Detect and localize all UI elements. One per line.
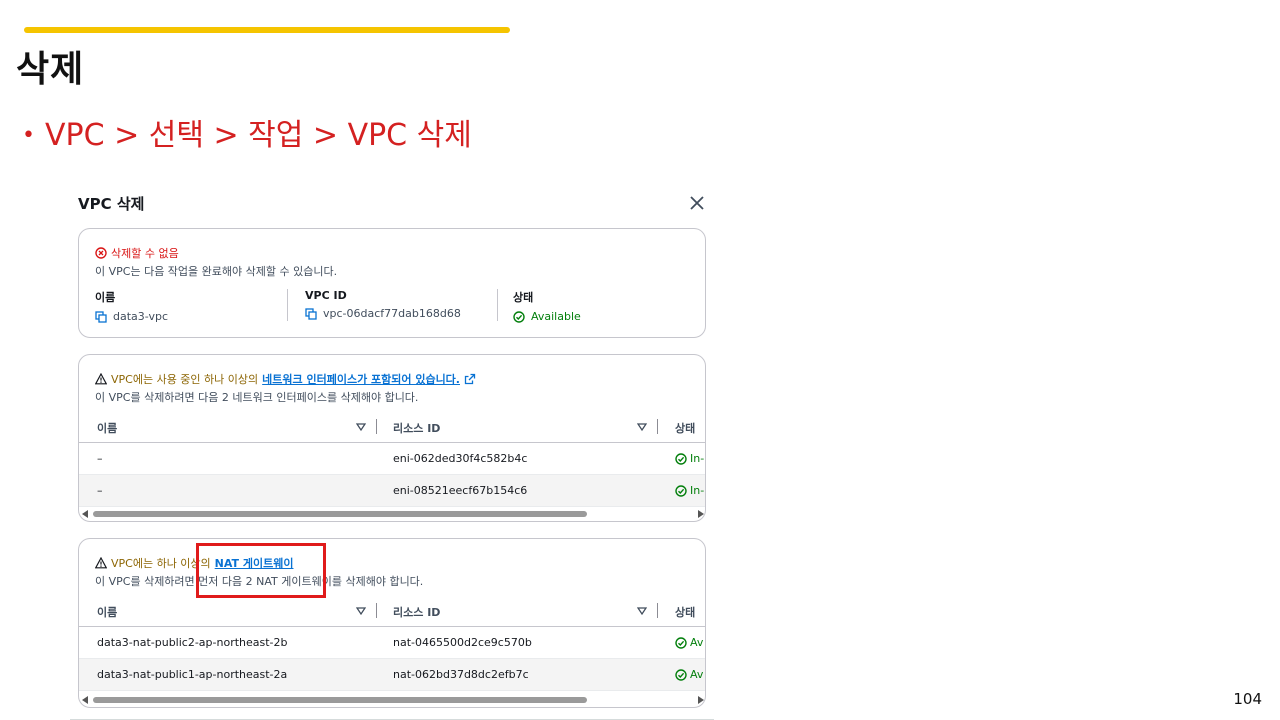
eni-description: 이 VPC를 삭제하려면 다음 2 네트워크 인터페이스를 삭제해야 합니다. — [95, 391, 419, 404]
col-status[interactable]: 상태 — [675, 420, 695, 436]
col-resource-id[interactable]: 리소스 ID — [393, 420, 440, 436]
horizontal-scrollbar[interactable] — [79, 694, 705, 706]
column-resizer[interactable] — [657, 419, 658, 434]
cell-resource-id: eni-08521eecf67b154c6 — [393, 484, 528, 497]
sort-icon[interactable] — [637, 422, 647, 432]
cell-status: Av — [675, 636, 703, 649]
cell-resource-id: nat-0465500d2ce9c570b — [393, 636, 532, 649]
warning-icon — [95, 373, 107, 385]
delete-vpc-dialog: VPC 삭제 삭제할 수 없음 이 VPC는 다음 작업을 완료해야 삭제할 수… — [70, 184, 714, 720]
sort-icon[interactable] — [356, 422, 366, 432]
field-vpc-id-value: vpc-06dacf77dab168d68 — [323, 307, 461, 320]
copy-icon[interactable] — [95, 310, 107, 323]
col-resource-id[interactable]: 리소스 ID — [393, 604, 440, 620]
cell-status-text: In- — [690, 452, 705, 465]
check-circle-icon — [675, 636, 687, 649]
copy-icon[interactable] — [305, 307, 317, 320]
column-resizer[interactable] — [376, 419, 377, 434]
check-circle-icon — [513, 310, 525, 323]
table-row: – eni-062ded30f4c582b4c In- — [79, 443, 705, 475]
field-divider — [287, 289, 288, 321]
check-circle-icon — [675, 452, 687, 465]
field-name: 이름 data3-vpc — [95, 289, 168, 323]
cell-name: data3-nat-public1-ap-northeast-2a — [97, 668, 288, 681]
cell-status-text: In- — [690, 484, 705, 497]
cell-resource-id: nat-062bd37d8dc2efb7c — [393, 668, 529, 681]
col-status[interactable]: 상태 — [675, 604, 695, 620]
col-name[interactable]: 이름 — [97, 420, 117, 436]
scrollbar-thumb[interactable] — [93, 697, 587, 703]
page-number: 104 — [1233, 690, 1262, 708]
scroll-right-icon[interactable] — [698, 696, 704, 704]
cell-status-text: Av — [690, 668, 704, 681]
scroll-left-icon[interactable] — [82, 510, 88, 518]
table-row: data3-nat-public2-ap-northeast-2b nat-04… — [79, 627, 705, 659]
field-state-label: 상태 — [513, 291, 534, 304]
check-circle-icon — [675, 668, 687, 681]
warning-icon — [95, 557, 107, 569]
sort-icon[interactable] — [637, 606, 647, 616]
bullet-item: • VPC > 선택 > 작업 > VPC 삭제 — [22, 110, 472, 154]
cell-status: In- — [675, 452, 704, 465]
error-title: 삭제할 수 없음 — [111, 247, 179, 260]
cell-name: – — [97, 484, 103, 497]
nat-gateway-panel: VPC에는 하나 이상의 NAT 게이트웨이 이 VPC를 삭제하려면 먼저 다… — [78, 538, 706, 708]
horizontal-scrollbar[interactable] — [79, 508, 705, 520]
eni-panel: VPC에는 사용 중인 하나 이상의 네트워크 인터페이스가 포함되어 있습니다… — [78, 354, 706, 522]
error-icon — [95, 247, 107, 259]
cell-resource-id: eni-062ded30f4c582b4c — [393, 452, 528, 465]
check-circle-icon — [675, 484, 687, 497]
slide-title: 삭제 — [16, 49, 85, 90]
scroll-left-icon[interactable] — [82, 696, 88, 704]
error-message: 삭제할 수 없음 — [95, 245, 179, 261]
external-link-icon[interactable] — [464, 373, 476, 385]
table-row: – eni-08521eecf67b154c6 In- — [79, 475, 705, 507]
cell-status-text: Av — [690, 636, 704, 649]
table-row: data3-nat-public1-ap-northeast-2a nat-06… — [79, 659, 705, 691]
close-icon[interactable] — [688, 194, 706, 212]
cell-name: – — [97, 452, 103, 465]
field-name-label: 이름 — [95, 291, 116, 304]
cell-name: data3-nat-public2-ap-northeast-2b — [97, 636, 288, 649]
column-resizer[interactable] — [657, 603, 658, 618]
column-resizer[interactable] — [376, 603, 377, 618]
field-vpc-id: VPC ID vpc-06dacf77dab168d68 — [305, 289, 461, 320]
vpc-summary-panel: 삭제할 수 없음 이 VPC는 다음 작업을 완료해야 삭제할 수 있습니다. … — [78, 228, 706, 338]
nat-table-header: 이름 리소스 ID 상태 — [79, 593, 705, 627]
highlight-annotation — [196, 543, 326, 598]
eni-link[interactable]: 네트워크 인터페이스가 포함되어 있습니다. — [262, 371, 460, 387]
cell-status: In- — [675, 484, 704, 497]
bullet-dot: • — [22, 123, 35, 148]
dialog-title: VPC 삭제 — [78, 195, 145, 213]
sort-icon[interactable] — [356, 606, 366, 616]
scrollbar-thumb[interactable] — [93, 511, 587, 517]
cell-status: Av — [675, 668, 703, 681]
field-divider — [497, 289, 498, 321]
eni-warning-prefix: VPC에는 사용 중인 하나 이상의 — [111, 373, 259, 386]
field-name-value: data3-vpc — [113, 310, 168, 323]
col-name[interactable]: 이름 — [97, 604, 117, 620]
error-description: 이 VPC는 다음 작업을 완료해야 삭제할 수 있습니다. — [95, 265, 338, 278]
field-state-value: Available — [531, 310, 581, 323]
field-vpc-id-label: VPC ID — [305, 289, 347, 302]
accent-bar — [24, 27, 510, 33]
eni-table-header: 이름 리소스 ID 상태 — [79, 409, 705, 443]
bullet-text: VPC > 선택 > 작업 > VPC 삭제 — [44, 118, 472, 153]
field-state: 상태 Available — [513, 289, 581, 323]
scroll-right-icon[interactable] — [698, 510, 704, 518]
eni-warning: VPC에는 사용 중인 하나 이상의 네트워크 인터페이스가 포함되어 있습니다… — [95, 371, 476, 387]
